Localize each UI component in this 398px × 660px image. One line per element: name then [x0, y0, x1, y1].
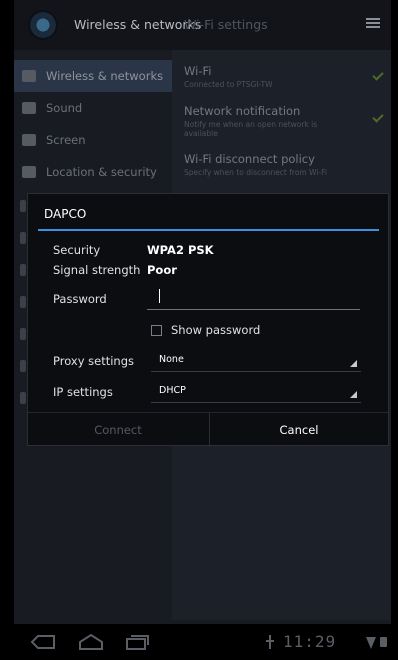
action-bar: Wireless & networks Wi-Fi settings	[14, 0, 391, 50]
ip-settings-label: IP settings	[53, 385, 113, 399]
home-icon[interactable]	[78, 633, 104, 651]
sidebar-stub-icon	[20, 296, 26, 308]
sidebar-stub-icon	[20, 392, 26, 404]
dialog-title: DAPCO	[44, 207, 87, 221]
speaker-icon	[22, 102, 36, 114]
wifi-pref-title: Wi-Fi	[184, 64, 212, 78]
grid-lock-icon	[22, 166, 36, 178]
wifi-pref[interactable]: Wi-Fi Connected to PTSGI-TW	[184, 64, 384, 89]
sidebar-item-label: Wireless & networks	[46, 69, 164, 83]
security-label: Security	[53, 243, 101, 257]
sidebar-stub-icon	[20, 264, 26, 276]
signal-strength-label: Signal strength	[53, 263, 141, 277]
sidebar-item-label: Sound	[46, 101, 83, 115]
proxy-settings-spinner[interactable]: None	[151, 352, 361, 372]
cancel-button[interactable]: Cancel	[209, 413, 388, 447]
dropdown-arrow-icon	[350, 391, 357, 398]
settings-sidebar: Wireless & networks Sound Screen Locatio…	[14, 60, 172, 188]
sidebar-stub-icon	[20, 328, 26, 340]
sidebar-item-wireless[interactable]: Wireless & networks	[14, 60, 172, 92]
disconnect-policy-summary: Specify when to disconnect from Wi-Fi	[184, 168, 327, 177]
dropdown-arrow-icon	[350, 360, 357, 367]
battery-icon	[380, 637, 387, 647]
signal-strength-value: Poor	[147, 263, 177, 277]
connect-button[interactable]: Connect	[28, 413, 208, 447]
dialog-title-divider	[38, 229, 379, 231]
action-bar-title: Wireless & networks	[74, 17, 202, 32]
settings-app-icon[interactable]	[28, 10, 58, 40]
sidebar-item-sound[interactable]: Sound	[14, 92, 172, 124]
proxy-settings-label: Proxy settings	[53, 354, 135, 368]
network-notification-pref[interactable]: Network notification Notify me when an o…	[184, 104, 384, 138]
wifi-signal-icon	[366, 637, 376, 649]
back-icon[interactable]	[30, 633, 56, 651]
sidebar-item-location-security[interactable]: Location & security	[14, 156, 172, 188]
network-notification-title: Network notification	[184, 104, 301, 118]
password-input[interactable]	[147, 285, 360, 310]
disconnect-policy-pref[interactable]: Wi-Fi disconnect policy Specify when to …	[184, 152, 384, 177]
recent-apps-icon[interactable]	[124, 633, 150, 651]
password-label: Password	[53, 292, 107, 306]
network-notification-summary: Notify me when an open network is availa…	[184, 120, 318, 138]
disconnect-policy-title: Wi-Fi disconnect policy	[184, 152, 315, 166]
wifi-pref-summary: Connected to PTSGI-TW	[184, 80, 273, 89]
wifi-icon	[22, 70, 36, 82]
show-password-label[interactable]: Show password	[171, 323, 260, 337]
action-bar-subtitle: Wi-Fi settings	[184, 17, 268, 32]
clock[interactable]: 11:29	[283, 632, 336, 651]
sidebar-stub-icon	[20, 232, 26, 244]
sidebar-stub-icon	[20, 200, 26, 212]
sidebar-item-label: Location & security	[46, 165, 157, 179]
sidebar-item-label: Screen	[46, 133, 86, 147]
security-value: WPA2 PSK	[147, 243, 214, 257]
sidebar-item-screen[interactable]: Screen	[14, 124, 172, 156]
brightness-icon	[22, 134, 36, 146]
show-password-checkbox[interactable]	[151, 325, 162, 336]
ip-settings-value: DHCP	[159, 385, 186, 396]
system-bar: 11:29	[0, 624, 398, 660]
sidebar-stub-icon	[20, 360, 26, 372]
proxy-settings-value: None	[159, 354, 184, 365]
dialog-button-bar: Connect Cancel	[28, 412, 388, 447]
wifi-connect-dialog: DAPCO Security WPA2 PSK Signal strength …	[27, 193, 389, 447]
usb-icon	[266, 635, 274, 649]
text-cursor	[159, 289, 160, 303]
ip-settings-spinner[interactable]: DHCP	[151, 383, 361, 403]
overflow-menu-icon[interactable]	[366, 18, 380, 32]
